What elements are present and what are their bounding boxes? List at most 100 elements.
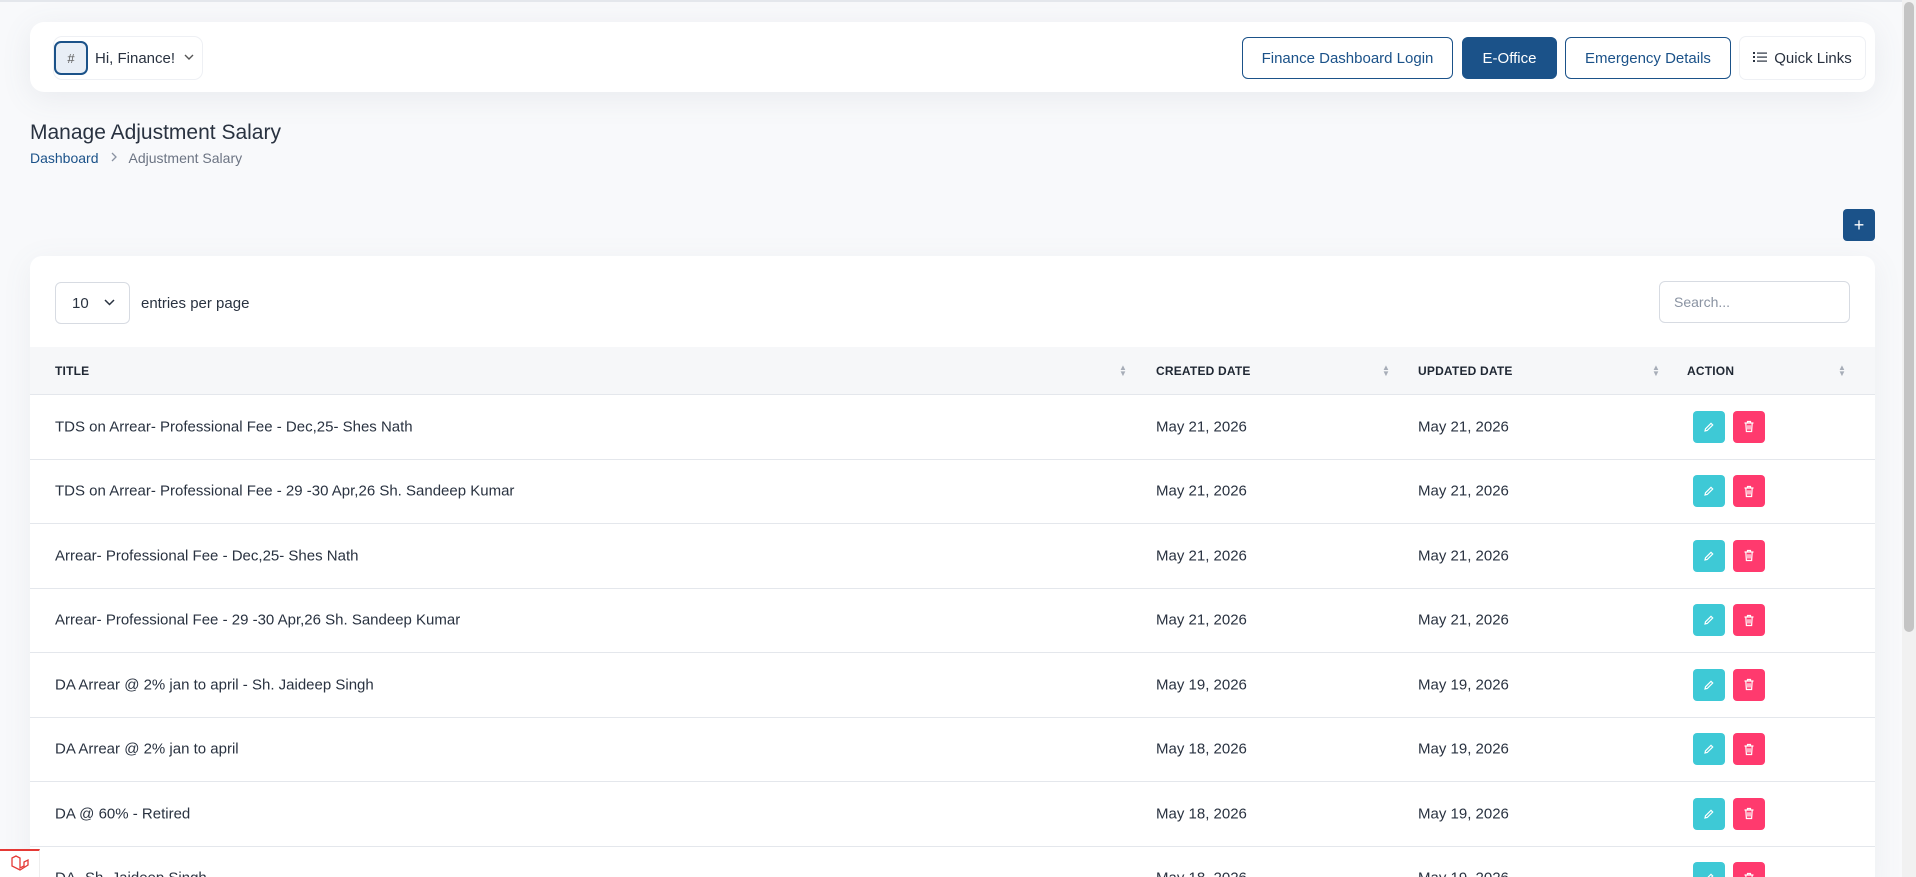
row-title: DA Arrear @ 2% jan to april: [55, 740, 239, 758]
row-created-date: May 21, 2026: [1156, 547, 1247, 565]
user-greeting: Hi, Finance!: [95, 49, 176, 67]
row-created-date: May 18, 2026: [1156, 805, 1247, 823]
delete-button[interactable]: [1733, 862, 1765, 877]
chevron-right-icon: [111, 151, 117, 165]
row-updated-date: May 21, 2026: [1418, 611, 1509, 629]
pencil-icon: [1704, 486, 1714, 497]
delete-button[interactable]: [1733, 475, 1765, 508]
sort-icon[interactable]: ▲ ▼: [1382, 363, 1390, 377]
delete-button[interactable]: [1733, 539, 1765, 572]
per-page-label: entries per page: [141, 294, 250, 312]
row-updated-date: May 21, 2026: [1418, 482, 1509, 500]
list-icon: [1753, 50, 1768, 66]
pencil-icon: [1704, 680, 1714, 690]
trash-icon: [1744, 614, 1754, 626]
table-row: DA Arrear @ 2% jan to april - Sh. Jaidee…: [30, 653, 1875, 718]
row-title: TDS on Arrear- Professional Fee - Dec,25…: [55, 418, 413, 436]
row-created-date: May 21, 2026: [1156, 611, 1247, 629]
row-updated-date: May 19, 2026: [1418, 870, 1509, 877]
row-created-date: May 21, 2026: [1156, 482, 1247, 500]
trash-icon: [1744, 808, 1754, 820]
breadcrumb-current: Adjustment Salary: [128, 150, 243, 166]
breadcrumb: Dashboard Adjustment Salary: [30, 150, 242, 166]
chevron-down-icon: [104, 297, 115, 309]
chevron-down-icon: [184, 52, 194, 64]
edit-button[interactable]: [1693, 797, 1725, 830]
delete-button[interactable]: [1733, 733, 1765, 766]
row-updated-date: May 21, 2026: [1418, 547, 1509, 565]
row-updated-date: May 19, 2026: [1418, 740, 1509, 758]
add-button[interactable]: +: [1843, 209, 1875, 241]
per-page-value: 10: [72, 294, 89, 312]
trash-icon: [1744, 679, 1754, 691]
row-title: Arrear- Professional Fee - Dec,25- Shes …: [55, 547, 359, 565]
row-title: DA @ 60% - Retired: [55, 805, 191, 823]
table-header: TITLE ▲ ▼ CREATED DATE ▲ ▼ UPDATED DATE ▲ ▼…: [30, 347, 1875, 395]
laravel-logo-icon: [0, 849, 40, 877]
edit-button[interactable]: [1693, 733, 1725, 766]
row-created-date: May 19, 2026: [1156, 676, 1247, 694]
table-row: DA @ 60% - Retired May 18, 2026 May 19, 20…: [30, 782, 1875, 847]
delete-button[interactable]: [1733, 604, 1765, 637]
edit-button[interactable]: [1693, 539, 1725, 572]
pencil-icon: [1704, 422, 1714, 432]
pencil-icon: [1707, 873, 1714, 877]
table-row: TDS on Arrear- Professional Fee - Dec,25…: [30, 395, 1875, 460]
trash-icon: [1744, 550, 1754, 562]
trash-icon: [1744, 421, 1754, 433]
per-page-control: 10 entries per page: [55, 282, 249, 324]
delete-button[interactable]: [1733, 797, 1765, 830]
user-menu[interactable]: # Hi, Finance!: [54, 37, 202, 79]
column-created-date[interactable]: CREATED DATE: [1156, 364, 1251, 378]
data-table: TITLE ▲ ▼ CREATED DATE ▲ ▼ UPDATED DATE ▲ ▼…: [30, 347, 1875, 877]
finance-dashboard-login-button[interactable]: Finance Dashboard Login: [1242, 37, 1453, 79]
edit-button[interactable]: [1693, 862, 1725, 877]
row-title: DA Arrear @ 2% jan to april - Sh. Jaidee…: [55, 676, 374, 694]
scrollbar-thumb[interactable]: [1904, 2, 1914, 632]
scrollbar[interactable]: [1902, 0, 1916, 877]
column-title[interactable]: TITLE: [55, 364, 89, 378]
table-row: Arrear- Professional Fee - 29 -30 Apr,26…: [30, 589, 1875, 653]
row-updated-date: May 19, 2026: [1418, 676, 1509, 694]
edit-button[interactable]: [1693, 475, 1725, 508]
row-title: Arrear- Professional Fee - 29 -30 Apr,26…: [55, 611, 461, 629]
row-updated-date: May 21, 2026: [1418, 418, 1509, 436]
row-updated-date: May 19, 2026: [1418, 805, 1509, 823]
table-body: TDS on Arrear- Professional Fee - Dec,25…: [30, 395, 1875, 877]
top-header: # Hi, Finance! Finance Dashboard Login E…: [30, 22, 1875, 92]
pencil-icon: [1704, 615, 1714, 626]
edit-button[interactable]: [1693, 410, 1725, 443]
avatar-alt-text: #: [67, 50, 75, 66]
table-row: DA Arrear @ 2% jan to april May 18, 2026 M…: [30, 718, 1875, 782]
delete-button[interactable]: [1733, 668, 1765, 701]
breadcrumb-dashboard-link[interactable]: Dashboard: [30, 150, 99, 166]
row-created-date: May 21, 2026: [1156, 418, 1247, 436]
sort-icon[interactable]: ▲ ▼: [1838, 363, 1846, 377]
trash-icon: [1744, 872, 1754, 877]
row-created-date: May 18, 2026: [1156, 870, 1247, 877]
page-title: Manage Adjustment Salary: [30, 121, 281, 144]
sort-icon[interactable]: ▲ ▼: [1652, 363, 1660, 377]
column-updated-date[interactable]: UPDATED DATE: [1418, 364, 1513, 378]
edit-button[interactable]: [1693, 668, 1725, 701]
pencil-icon: [1704, 744, 1714, 755]
trash-icon: [1744, 485, 1754, 497]
per-page-select[interactable]: 10: [55, 282, 130, 324]
emergency-details-button[interactable]: Emergency Details: [1565, 37, 1731, 79]
table-card: 10 entries per page TITLE ▲▼ CREATED DAT…: [30, 256, 1875, 877]
table-row: Arrear- Professional Fee - Dec,25- Shes …: [30, 524, 1875, 589]
row-title: DA- Sh. Jaideep Singh: [55, 870, 207, 877]
sort-icon[interactable]: ▲ ▼: [1119, 363, 1127, 377]
pencil-icon: [1704, 809, 1714, 819]
e-office-button[interactable]: E-Office: [1462, 37, 1557, 79]
top-border: [0, 0, 1916, 2]
column-action: ACTION: [1687, 363, 1735, 378]
quick-links-button[interactable]: Quick Links: [1740, 37, 1865, 79]
table-row: TDS on Arrear- Professional Fee - 29 -30…: [30, 460, 1875, 524]
avatar: #: [54, 41, 88, 75]
pencil-icon: [1704, 551, 1714, 561]
delete-button[interactable]: [1733, 410, 1765, 443]
edit-button[interactable]: [1693, 604, 1725, 637]
search-input[interactable]: [1659, 281, 1850, 323]
row-created-date: May 18, 2026: [1156, 740, 1247, 758]
